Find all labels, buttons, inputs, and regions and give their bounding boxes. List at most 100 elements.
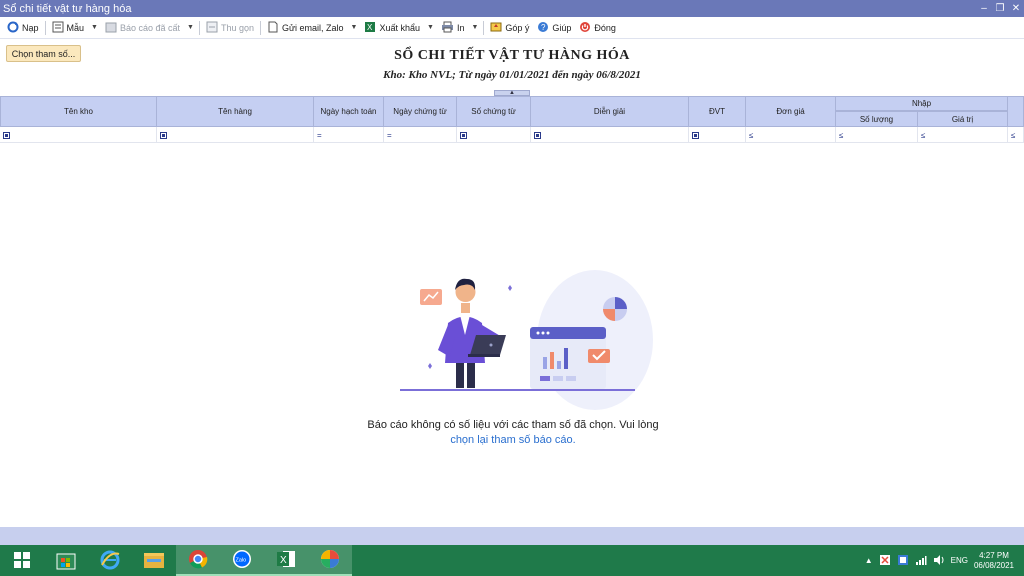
col-header-don-gia[interactable]: Đơn giá xyxy=(746,96,836,127)
filter-ngay-hach-toan[interactable]: = xyxy=(314,127,384,143)
col-header-more[interactable] xyxy=(1008,96,1024,127)
taskbar-excel[interactable]: X xyxy=(264,545,308,576)
empty-state-message: Báo cáo không có số liệu với các tham số… xyxy=(340,418,686,448)
bao-cao-dropdown-icon[interactable]: ▼ xyxy=(184,24,197,31)
col-header-so-chung-tu[interactable]: Số chứng từ xyxy=(457,96,531,127)
filter-dien-giai[interactable] xyxy=(531,127,689,143)
restore-icon[interactable]: ❐ xyxy=(992,0,1008,17)
col-header-dien-giai[interactable]: Diễn giải xyxy=(531,96,689,127)
filter-more[interactable]: ≤ xyxy=(1008,127,1024,143)
choose-params-link[interactable]: chọn lại tham số báo cáo. xyxy=(340,433,686,448)
dong-label: Đóng xyxy=(594,22,616,33)
col-header-ten-kho[interactable]: Tên kho xyxy=(0,96,157,127)
filter-gia-tri[interactable]: ≤ xyxy=(918,127,1008,143)
start-button[interactable] xyxy=(0,545,44,576)
filter-dvt[interactable] xyxy=(689,127,746,143)
windows-taskbar: Zalo X ▲ ENG 4:27 PM 06/08/2021 xyxy=(0,545,1024,576)
taskbar-explorer[interactable] xyxy=(132,545,176,576)
col-header-ten-hang[interactable]: Tên hàng xyxy=(157,96,314,127)
gop-y-button[interactable]: Góp ý xyxy=(486,18,533,38)
minimize-icon[interactable]: – xyxy=(976,0,992,17)
taskbar-ie[interactable] xyxy=(88,545,132,576)
filter-checkbox-icon xyxy=(460,131,467,139)
svg-text:Zalo: Zalo xyxy=(236,557,247,563)
in-label: In xyxy=(456,22,465,33)
giup-label: Giúp xyxy=(552,22,572,33)
clock[interactable]: 4:27 PM 06/08/2021 xyxy=(974,551,1014,571)
taskbar-accounting-app[interactable] xyxy=(308,545,352,576)
document-icon xyxy=(267,21,279,35)
col-header-gia-tri[interactable]: Giá trị xyxy=(918,111,1008,127)
filter-so-chung-tu[interactable] xyxy=(457,127,531,143)
filter-row: = = ≤ ≤ ≤ ≤ xyxy=(0,127,1024,143)
close-icon[interactable]: ✕ xyxy=(1008,0,1024,17)
network-icon[interactable] xyxy=(915,554,927,568)
filter-checkbox-icon xyxy=(692,131,699,139)
separator xyxy=(198,20,200,35)
col-header-ngay-hach-toan[interactable]: Ngày hạch toán xyxy=(314,96,384,127)
store-icon xyxy=(55,550,77,572)
filter-ngay-chung-tu[interactable]: = xyxy=(384,127,457,143)
gop-y-label: Góp ý xyxy=(505,22,530,33)
filter-so-luong[interactable]: ≤ xyxy=(836,127,918,143)
in-dropdown-icon[interactable]: ▼ xyxy=(468,24,481,31)
language-indicator[interactable]: ENG xyxy=(951,556,968,565)
col-header-ngay-chung-tu[interactable]: Ngày chứng từ xyxy=(384,96,457,127)
separator xyxy=(259,20,261,35)
mau-button[interactable]: Mẫu xyxy=(48,18,89,38)
thu-gon-label: Thu gọn xyxy=(220,22,254,33)
zalo-icon: Zalo xyxy=(231,548,253,572)
gui-email-button[interactable]: Gửi email, Zalo xyxy=(263,18,348,38)
taskbar-store[interactable] xyxy=(44,545,88,576)
chrome-icon xyxy=(187,548,209,572)
svg-text:X: X xyxy=(367,23,373,32)
xuat-khau-dropdown-icon[interactable]: ▼ xyxy=(424,24,437,31)
clock-date: 06/08/2021 xyxy=(973,560,1014,570)
mau-dropdown-icon[interactable]: ▼ xyxy=(88,24,101,31)
volume-icon[interactable] xyxy=(933,554,945,568)
col-header-so-luong[interactable]: Số lượng xyxy=(836,111,918,127)
accounting-app-icon xyxy=(319,548,341,572)
gui-email-label: Gửi email, Zalo xyxy=(281,22,344,33)
filter-op-eq: = xyxy=(317,130,322,140)
col-header-dvt[interactable]: ĐVT xyxy=(689,96,746,127)
window-title: Sổ chi tiết vật tư hàng hóa xyxy=(3,2,132,15)
collapse-icon xyxy=(206,21,218,35)
filter-checkbox-icon xyxy=(160,131,167,139)
in-button[interactable]: In xyxy=(437,18,469,38)
window-titlebar: Sổ chi tiết vật tư hàng hóa – ❐ ✕ xyxy=(0,0,1024,17)
help-icon: ? xyxy=(537,21,549,35)
thu-gon-button[interactable]: Thu gọn xyxy=(202,18,258,38)
filter-checkbox-icon xyxy=(3,131,10,139)
nap-label: Nạp xyxy=(22,22,39,33)
tray-app2-icon[interactable] xyxy=(897,554,909,568)
filter-ten-hang[interactable] xyxy=(157,127,314,143)
tray-app-icon[interactable] xyxy=(879,554,891,568)
xuat-khau-button[interactable]: X Xuất khẩu xyxy=(360,18,424,38)
dong-button[interactable]: Đóng xyxy=(575,18,620,38)
refresh-icon xyxy=(7,21,19,35)
giup-button[interactable]: ? Giúp xyxy=(533,18,575,38)
filter-ten-kho[interactable] xyxy=(0,127,157,143)
printer-icon xyxy=(441,21,454,35)
bao-cao-da-cat-label: Báo cáo đã cất xyxy=(119,22,181,33)
folder-icon xyxy=(142,550,166,572)
bao-cao-da-cat-button[interactable]: Báo cáo đã cất xyxy=(101,18,184,38)
filter-op-le: ≤ xyxy=(749,130,754,140)
nap-button[interactable]: Nạp xyxy=(3,18,43,38)
template-icon xyxy=(52,21,64,35)
gui-email-dropdown-icon[interactable]: ▼ xyxy=(348,24,361,31)
toolbar: Nạp Mẫu ▼ Báo cáo đã cất ▼ Thu gọn Gửi e… xyxy=(0,17,1024,39)
separator xyxy=(44,20,46,35)
clock-time: 4:27 PM xyxy=(979,550,1009,560)
filter-don-gia[interactable]: ≤ xyxy=(746,127,836,143)
tray-expand-icon[interactable]: ▲ xyxy=(865,556,873,565)
col-header-nhap[interactable]: Nhập xyxy=(836,96,1008,111)
empty-state-text: Báo cáo không có số liệu với các tham số… xyxy=(367,419,659,431)
filter-op-le: ≤ xyxy=(921,130,926,140)
taskbar-zalo[interactable]: Zalo xyxy=(220,545,264,576)
filter-op-eq: = xyxy=(387,130,392,140)
excel-icon: X xyxy=(364,21,376,35)
svg-text:?: ? xyxy=(541,23,546,32)
taskbar-chrome[interactable] xyxy=(176,545,220,576)
